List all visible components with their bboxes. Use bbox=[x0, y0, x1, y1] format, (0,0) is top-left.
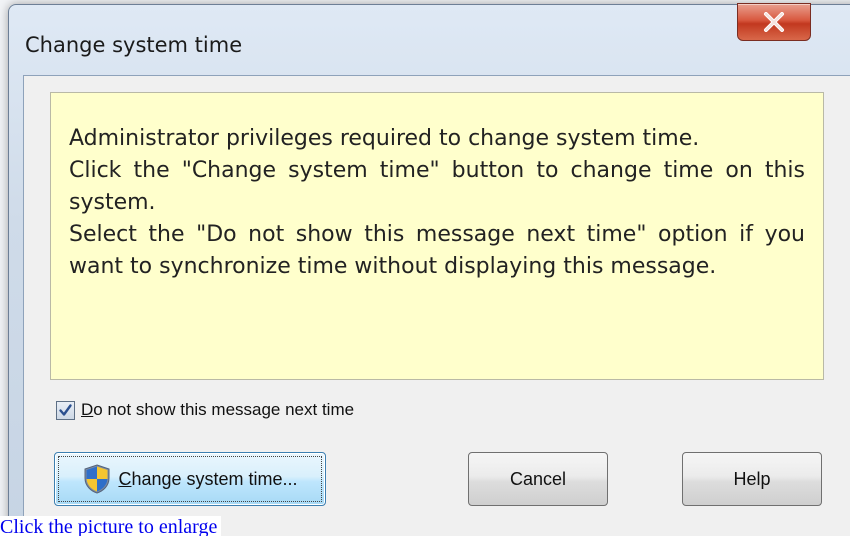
close-icon bbox=[764, 12, 784, 32]
message-line-3: Select the "Do not show this message nex… bbox=[69, 222, 805, 279]
message-panel: Administrator privileges required to cha… bbox=[50, 92, 824, 380]
message-line-1: Administrator privileges required to cha… bbox=[69, 126, 700, 151]
help-button[interactable]: Help bbox=[682, 452, 822, 506]
enlarge-picture-link[interactable]: Click the picture to enlarge bbox=[0, 516, 222, 536]
change-system-time-label: Change system time... bbox=[118, 469, 297, 490]
checkmark-icon bbox=[59, 403, 72, 416]
checkbox-label-mnemonic: D bbox=[81, 400, 94, 419]
title-bar[interactable]: Change system time bbox=[9, 3, 850, 75]
do-not-show-checkbox-row[interactable]: Do not show this message next time bbox=[56, 398, 354, 422]
do-not-show-checkbox[interactable] bbox=[56, 400, 75, 420]
change-button-label-rest: hange system time... bbox=[131, 468, 298, 489]
uac-shield-icon bbox=[82, 463, 112, 495]
checkbox-label: Do not show this message next time bbox=[81, 400, 354, 420]
screenshot-stage: Change system time Administrator privile… bbox=[0, 0, 850, 536]
dialog-window: Change system time Administrator privile… bbox=[8, 3, 850, 536]
checkbox-label-rest: o not show this message next time bbox=[93, 400, 355, 419]
change-system-time-button[interactable]: Change system time... bbox=[54, 452, 326, 506]
dialog-client-area: Administrator privileges required to cha… bbox=[23, 75, 850, 536]
message-line-2: Click the "Change system time" button to… bbox=[69, 158, 805, 215]
close-button[interactable] bbox=[737, 3, 811, 41]
change-button-mnemonic: C bbox=[118, 468, 132, 489]
message-text: Administrator privileges required to cha… bbox=[69, 123, 805, 283]
window-title: Change system time bbox=[25, 33, 243, 57]
cancel-button[interactable]: Cancel bbox=[468, 452, 608, 506]
